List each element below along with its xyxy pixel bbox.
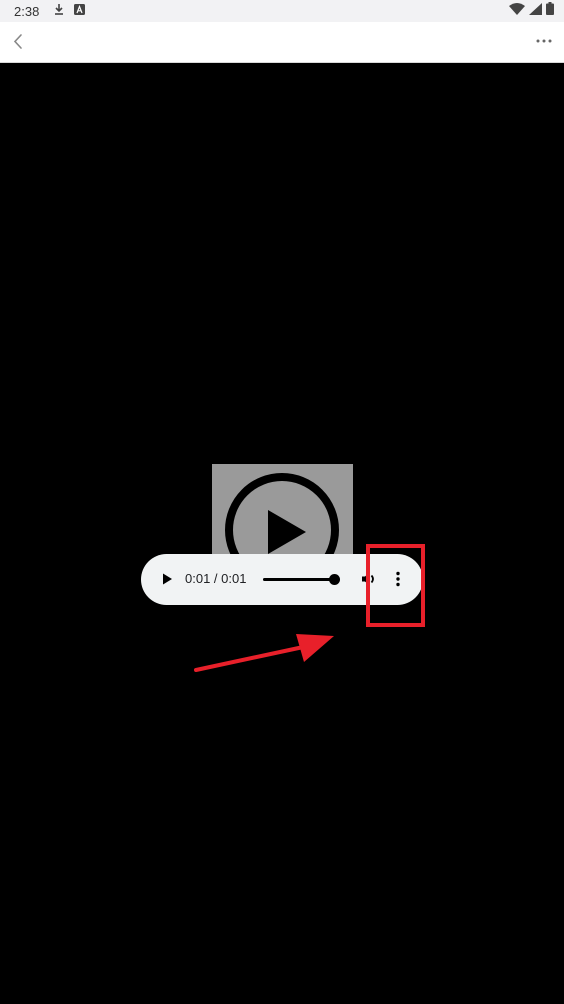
more-horizontal-icon [536, 39, 552, 43]
video-poster[interactable] [212, 464, 353, 564]
seek-slider[interactable] [263, 574, 340, 585]
play-button[interactable] [157, 569, 177, 589]
back-chevron-icon [13, 34, 22, 49]
status-time: 2:38 [14, 3, 40, 19]
more-options-button[interactable] [532, 30, 556, 54]
app-bar [0, 22, 564, 63]
annotation-arrow-icon [194, 634, 334, 672]
cell-signal-icon [529, 2, 542, 20]
status-left-icons [53, 2, 86, 20]
duration: 0:01 [221, 571, 247, 586]
large-play-icon [225, 473, 339, 564]
seek-progress [263, 578, 334, 581]
annotation-highlight-box [366, 544, 425, 627]
seek-thumb[interactable] [329, 574, 340, 585]
wifi-icon [509, 2, 525, 20]
back-button[interactable] [7, 30, 31, 54]
status-bar: 2:38 [0, 0, 564, 22]
battery-icon [546, 2, 554, 20]
current-time: 0:01 [185, 571, 211, 586]
download-icon [53, 2, 65, 20]
status-right-icons [509, 2, 554, 20]
page: 2:38 0:01 / 0:01 [0, 0, 564, 1004]
play-icon [163, 573, 172, 585]
time-display: 0:01 / 0:01 [185, 571, 247, 586]
a-letter-icon [74, 2, 86, 20]
